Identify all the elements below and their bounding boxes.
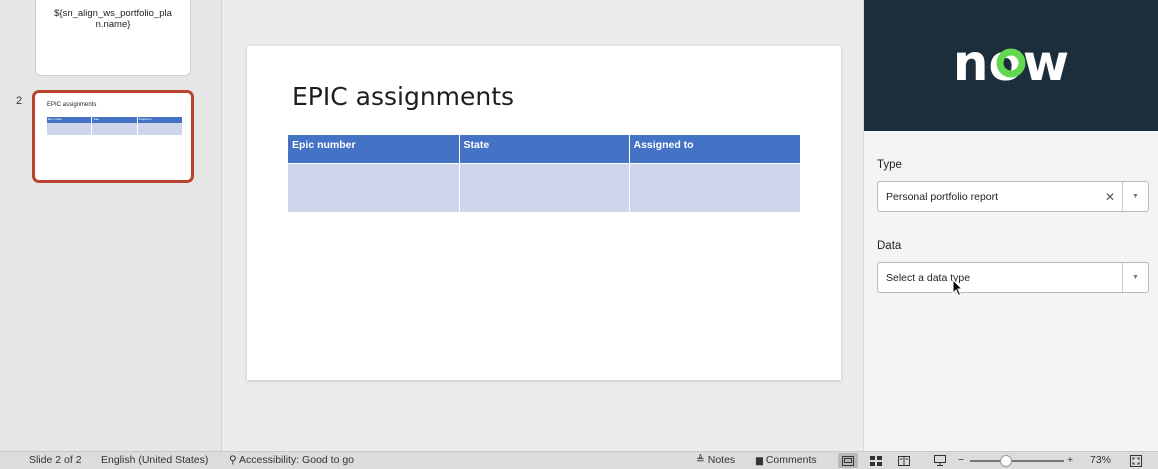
slide-editor: EPIC assignments Epic number State Assig…: [223, 0, 863, 451]
slide-thumbnail-1[interactable]: ${sn_align_ws_portfolio_pla n.name}: [35, 0, 191, 76]
slide-thumbnail-2-number: 2: [16, 95, 23, 107]
comment-icon: ▆: [756, 455, 763, 465]
epic-table[interactable]: Epic number State Assigned to: [288, 135, 800, 212]
fit-to-window-button[interactable]: [1126, 453, 1146, 468]
status-bar: Slide 2 of 2 English (United States) ⚲ A…: [0, 451, 1158, 469]
slide-title[interactable]: EPIC assignments: [292, 82, 514, 111]
type-select[interactable]: Personal portfolio report ✕ ▼: [877, 181, 1149, 212]
accessibility-icon: ⚲: [229, 454, 237, 466]
slide-thumbnail-2-title: EPIC assignments: [47, 102, 97, 108]
mini-table-cell: [138, 123, 183, 135]
slide-sorter-button[interactable]: [866, 453, 886, 468]
mouse-cursor-icon: [952, 279, 964, 297]
slide-thumbnail-2-table: Epic number State Assigned to: [47, 117, 183, 135]
table-cell[interactable]: [629, 162, 800, 212]
chevron-down-icon[interactable]: ▼: [1122, 263, 1148, 292]
normal-view-button[interactable]: [838, 453, 858, 468]
table-header-state[interactable]: State: [459, 135, 630, 163]
data-type-select[interactable]: Select a data type ▼: [877, 262, 1149, 293]
table-row: [288, 162, 800, 212]
slide-thumbnail-1-text: ${sn_align_ws_portfolio_pla n.name}: [54, 8, 172, 30]
accessibility-label: Accessibility: Good to go: [239, 454, 355, 466]
accessibility-status[interactable]: ⚲ Accessibility: Good to go: [229, 454, 354, 466]
chevron-down-icon[interactable]: ▼: [1122, 182, 1148, 211]
notes-icon: ≜: [696, 454, 705, 466]
language-indicator[interactable]: English (United States): [101, 454, 208, 466]
mini-table-cell: [92, 123, 138, 135]
slide-thumbnail-pane: ${sn_align_ws_portfolio_pla n.name} 2 EP…: [0, 0, 222, 451]
add-in-panel: now Type Personal portfolio report ✕ ▼ D…: [863, 0, 1158, 451]
zoom-level[interactable]: 73%: [1090, 454, 1111, 466]
slide-canvas[interactable]: EPIC assignments Epic number State Assig…: [247, 46, 841, 380]
now-logo-text: now: [953, 34, 1069, 90]
table-header-assigned-to[interactable]: Assigned to: [629, 135, 800, 163]
notes-button[interactable]: ≜ Notes: [696, 454, 735, 466]
close-icon[interactable]: ✕: [1098, 190, 1122, 204]
data-type-select-placeholder: Select a data type: [886, 271, 971, 284]
mini-table-cell: [47, 123, 93, 135]
fit-to-window-icon: [1130, 454, 1142, 467]
notes-label: Notes: [707, 454, 736, 466]
type-label: Type: [877, 159, 902, 171]
slide-sorter-icon: [870, 455, 882, 466]
slideshow-icon: [934, 455, 946, 466]
zoom-in-button[interactable]: +: [1067, 454, 1073, 466]
now-logo-mark: now: [953, 34, 1069, 92]
zoom-slider[interactable]: [970, 460, 1064, 462]
table-cell[interactable]: [288, 162, 460, 212]
comments-label: Comments: [765, 454, 817, 466]
normal-view-icon: [842, 455, 854, 466]
slide-counter: Slide 2 of 2: [29, 454, 82, 466]
slide-thumbnail-2[interactable]: EPIC assignments Epic number State Assig…: [32, 90, 194, 183]
reading-view-icon: [898, 455, 910, 466]
type-select-value: Personal portfolio report: [886, 190, 999, 203]
zoom-slider-handle[interactable]: [1000, 455, 1012, 467]
data-label: Data: [877, 240, 902, 252]
table-header-epic-number[interactable]: Epic number: [288, 135, 460, 163]
reading-view-button[interactable]: [894, 453, 914, 468]
slideshow-button[interactable]: [930, 453, 950, 468]
comments-button[interactable]: ▆ Comments: [756, 454, 817, 466]
table-cell[interactable]: [459, 162, 630, 212]
zoom-out-button[interactable]: −: [958, 454, 964, 466]
now-logo: now: [864, 30, 1158, 95]
brand-header: now: [864, 0, 1158, 131]
